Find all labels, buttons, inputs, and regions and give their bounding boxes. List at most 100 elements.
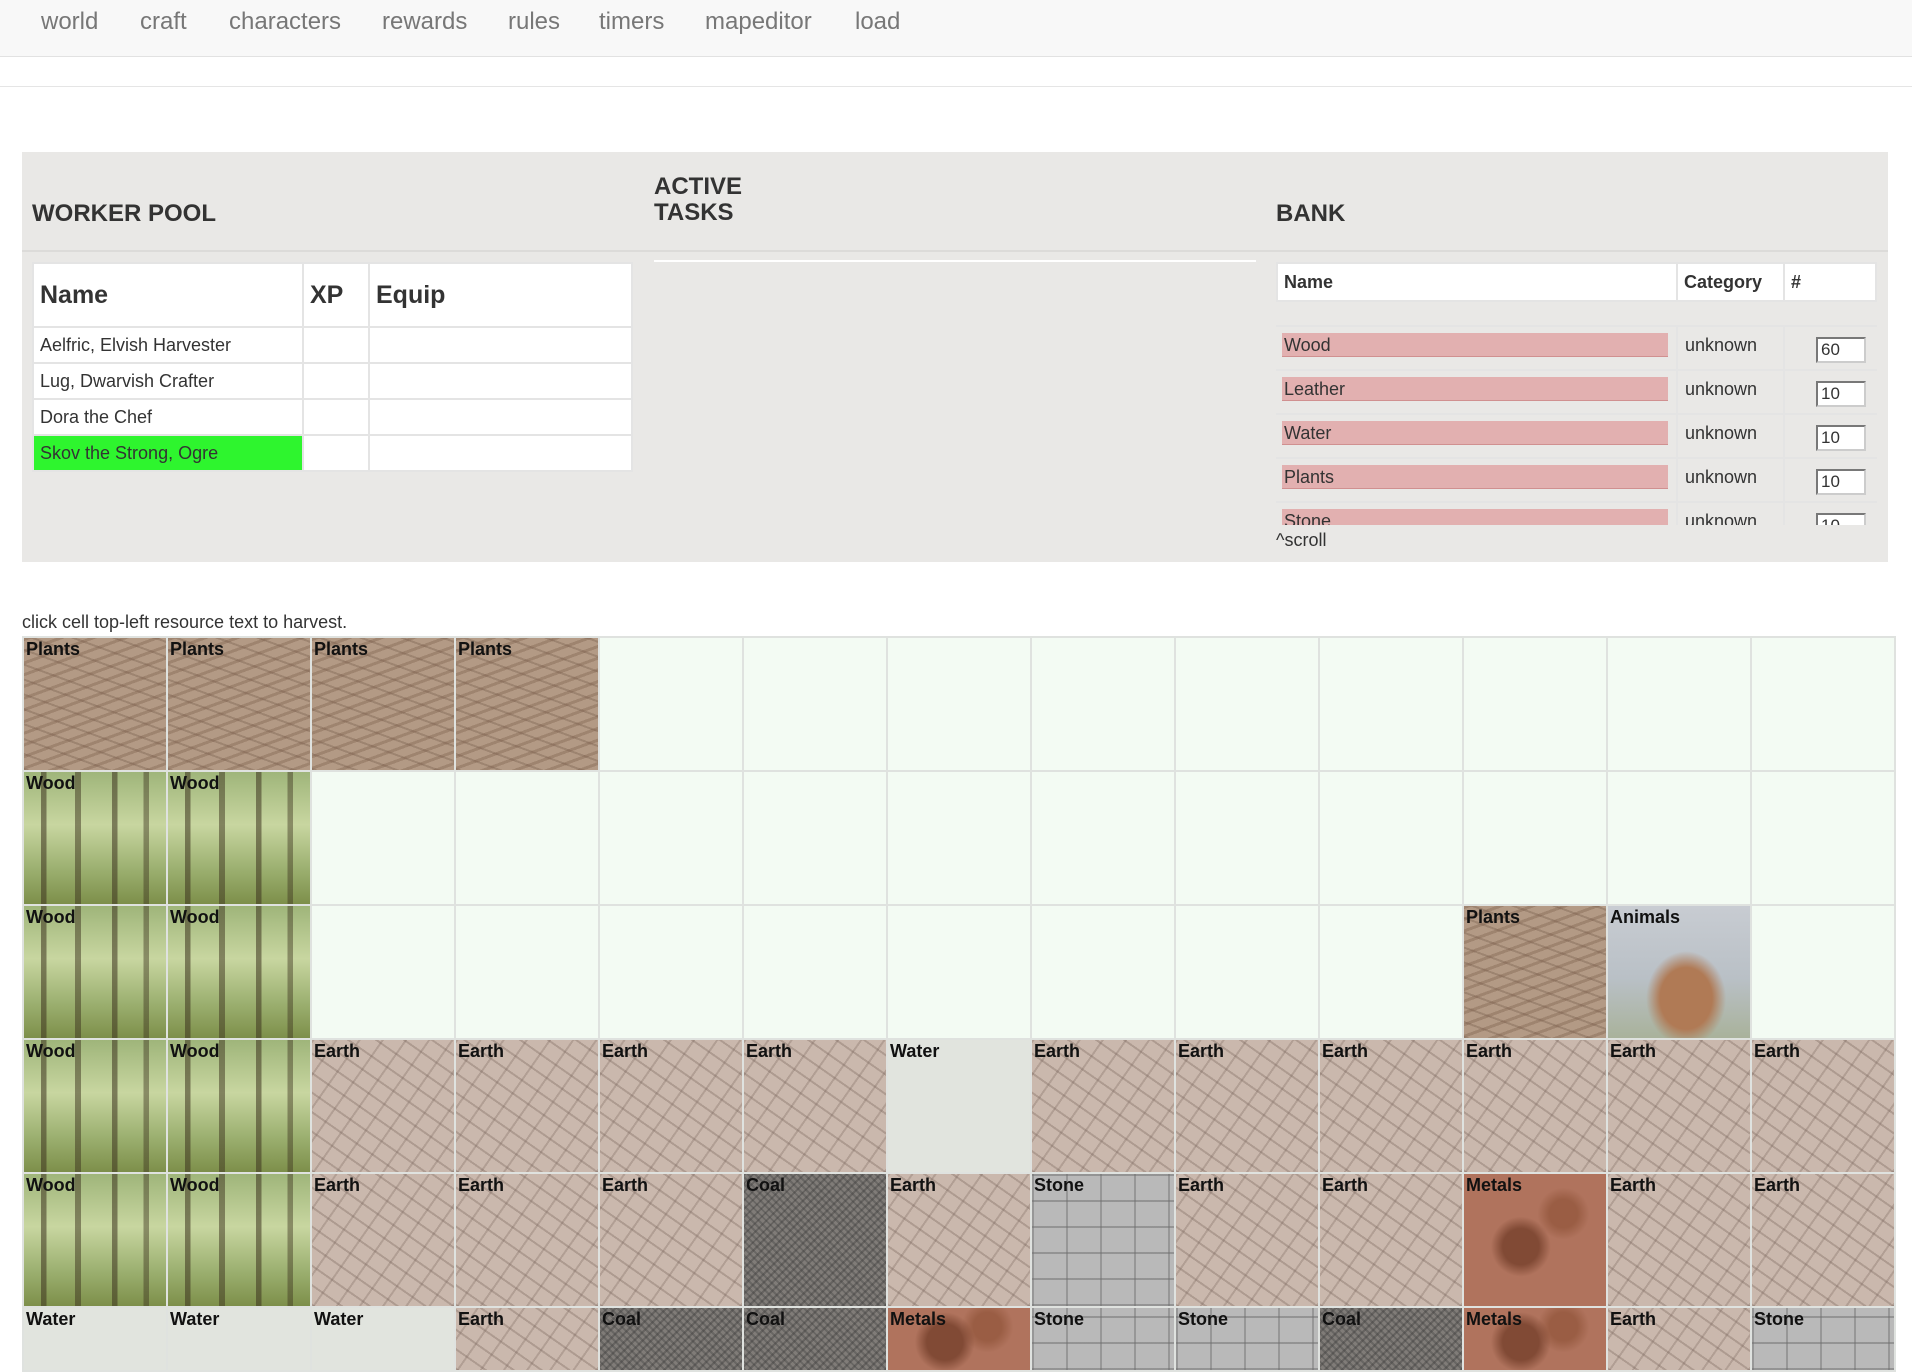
bank-item-qty-input[interactable] xyxy=(1816,513,1866,525)
map-cell-wood[interactable]: Wood xyxy=(166,1038,312,1174)
harvest-resource-label[interactable]: Stone xyxy=(1034,1175,1084,1196)
nav-load[interactable]: load xyxy=(855,8,900,36)
map-cell-plants[interactable]: Plants xyxy=(166,636,312,772)
harvest-resource-label[interactable]: Stone xyxy=(1034,1309,1084,1330)
harvest-resource-label[interactable]: Coal xyxy=(746,1309,785,1330)
harvest-resource-label[interactable]: Wood xyxy=(170,773,220,794)
harvest-resource-label[interactable]: Metals xyxy=(1466,1175,1522,1196)
map-cell-plants[interactable]: Plants xyxy=(22,636,168,772)
nav-rules[interactable]: rules xyxy=(508,8,560,36)
harvest-resource-label[interactable]: Coal xyxy=(1322,1309,1361,1330)
map-cell-metals[interactable]: Metals xyxy=(1462,1172,1608,1308)
harvest-resource-label[interactable]: Wood xyxy=(26,1041,76,1062)
harvest-resource-label[interactable]: Earth xyxy=(1754,1041,1800,1062)
map-cell-empty[interactable] xyxy=(454,770,600,906)
map-cell-earth[interactable]: Earth xyxy=(598,1038,744,1174)
map-cell-coal[interactable]: Coal xyxy=(742,1172,888,1308)
map-cell-empty[interactable] xyxy=(1750,904,1896,1040)
nav-rewards[interactable]: rewards xyxy=(382,8,467,36)
map-cell-earth[interactable]: Earth xyxy=(1750,1172,1896,1308)
map-cell-plants[interactable]: Plants xyxy=(1462,904,1608,1040)
map-cell-empty[interactable] xyxy=(1606,636,1752,772)
worker-row[interactable]: Aelfric, Elvish Harvester xyxy=(32,326,633,364)
worker-name[interactable]: Dora the Chef xyxy=(32,398,304,436)
map-cell-empty[interactable] xyxy=(742,636,888,772)
harvest-resource-label[interactable]: Earth xyxy=(746,1041,792,1062)
map-cell-empty[interactable] xyxy=(1750,770,1896,906)
map-cell-empty[interactable] xyxy=(310,770,456,906)
map-cell-earth[interactable]: Earth xyxy=(1606,1172,1752,1308)
harvest-resource-label[interactable]: Earth xyxy=(458,1309,504,1330)
map-cell-plants[interactable]: Plants xyxy=(454,636,600,772)
harvest-resource-label[interactable]: Earth xyxy=(314,1041,360,1062)
map-cell-empty[interactable] xyxy=(454,904,600,1040)
map-cell-earth[interactable]: Earth xyxy=(742,1038,888,1174)
worker-row-selected[interactable]: Skov the Strong, Ogre xyxy=(32,434,633,472)
map-cell-wood[interactable]: Wood xyxy=(22,1038,168,1174)
map-cell-earth[interactable]: Earth xyxy=(454,1172,600,1308)
map-cell-empty[interactable] xyxy=(886,904,1032,1040)
map-cell-empty[interactable] xyxy=(742,770,888,906)
harvest-resource-label[interactable]: Earth xyxy=(890,1175,936,1196)
map-cell-coal[interactable]: Coal xyxy=(1318,1306,1464,1372)
map-cell-metals[interactable]: Metals xyxy=(1462,1306,1608,1372)
worker-row[interactable]: Lug, Dwarvish Crafter xyxy=(32,362,633,400)
worker-equip[interactable] xyxy=(368,398,633,436)
map-cell-water[interactable]: Water xyxy=(22,1306,168,1372)
map-cell-earth[interactable]: Earth xyxy=(310,1172,456,1308)
map-cell-stone[interactable]: Stone xyxy=(1030,1172,1176,1308)
harvest-resource-label[interactable]: Plants xyxy=(458,639,512,660)
map-cell-empty[interactable] xyxy=(1318,904,1464,1040)
worker-name[interactable]: Lug, Dwarvish Crafter xyxy=(32,362,304,400)
harvest-resource-label[interactable]: Earth xyxy=(1466,1041,1512,1062)
map-cell-earth[interactable]: Earth xyxy=(1030,1038,1176,1174)
map-cell-empty[interactable] xyxy=(1174,904,1320,1040)
map-cell-wood[interactable]: Wood xyxy=(22,1172,168,1308)
map-cell-earth[interactable]: Earth xyxy=(1462,1038,1608,1174)
nav-craft[interactable]: craft xyxy=(140,8,187,36)
bank-col-name[interactable]: Name xyxy=(1276,262,1678,302)
map-cell-earth[interactable]: Earth xyxy=(454,1038,600,1174)
map-cell-earth[interactable]: Earth xyxy=(1606,1306,1752,1372)
harvest-resource-label[interactable]: Earth xyxy=(314,1175,360,1196)
bank-list[interactable]: Wood unknown Leather unknown Water unkno… xyxy=(1276,325,1877,525)
map-cell-animals[interactable]: Animals xyxy=(1606,904,1752,1040)
map-cell-wood[interactable]: Wood xyxy=(22,904,168,1040)
col-name[interactable]: Name xyxy=(32,262,304,328)
map-cell-coal[interactable]: Coal xyxy=(742,1306,888,1372)
map-cell-coal[interactable]: Coal xyxy=(598,1306,744,1372)
harvest-resource-label[interactable]: Coal xyxy=(602,1309,641,1330)
map-cell-wood[interactable]: Wood xyxy=(22,770,168,906)
harvest-resource-label[interactable]: Water xyxy=(890,1041,939,1062)
worker-equip[interactable] xyxy=(368,362,633,400)
map-cell-empty[interactable] xyxy=(1174,636,1320,772)
map-cell-empty[interactable] xyxy=(1318,636,1464,772)
harvest-resource-label[interactable]: Water xyxy=(170,1309,219,1330)
bank-col-category[interactable]: Category xyxy=(1676,262,1785,302)
bank-item-qty-input[interactable] xyxy=(1816,337,1866,363)
map-cell-water[interactable]: Water xyxy=(886,1038,1032,1174)
map-cell-empty[interactable] xyxy=(886,770,1032,906)
map-cell-empty[interactable] xyxy=(1750,636,1896,772)
map-cell-empty[interactable] xyxy=(598,904,744,1040)
map-cell-earth[interactable]: Earth xyxy=(1318,1038,1464,1174)
harvest-resource-label[interactable]: Plants xyxy=(26,639,80,660)
harvest-resource-label[interactable]: Earth xyxy=(1610,1175,1656,1196)
bank-col-count[interactable]: # xyxy=(1783,262,1877,302)
map-cell-empty[interactable] xyxy=(1606,770,1752,906)
harvest-resource-label[interactable]: Plants xyxy=(1466,907,1520,928)
map-cell-earth[interactable]: Earth xyxy=(1174,1172,1320,1308)
worker-equip[interactable] xyxy=(368,326,633,364)
bank-item-qty-input[interactable] xyxy=(1816,469,1866,495)
bank-item-qty-input[interactable] xyxy=(1816,381,1866,407)
map-cell-earth[interactable]: Earth xyxy=(1606,1038,1752,1174)
map-cell-water[interactable]: Water xyxy=(310,1306,456,1372)
map-cell-earth[interactable]: Earth xyxy=(598,1172,744,1308)
harvest-resource-label[interactable]: Earth xyxy=(602,1175,648,1196)
map-cell-wood[interactable]: Wood xyxy=(166,904,312,1040)
map-cell-empty[interactable] xyxy=(886,636,1032,772)
harvest-resource-label[interactable]: Earth xyxy=(1610,1041,1656,1062)
map-cell-stone[interactable]: Stone xyxy=(1030,1306,1176,1372)
map-cell-metals[interactable]: Metals xyxy=(886,1306,1032,1372)
map-cell-empty[interactable] xyxy=(1030,636,1176,772)
